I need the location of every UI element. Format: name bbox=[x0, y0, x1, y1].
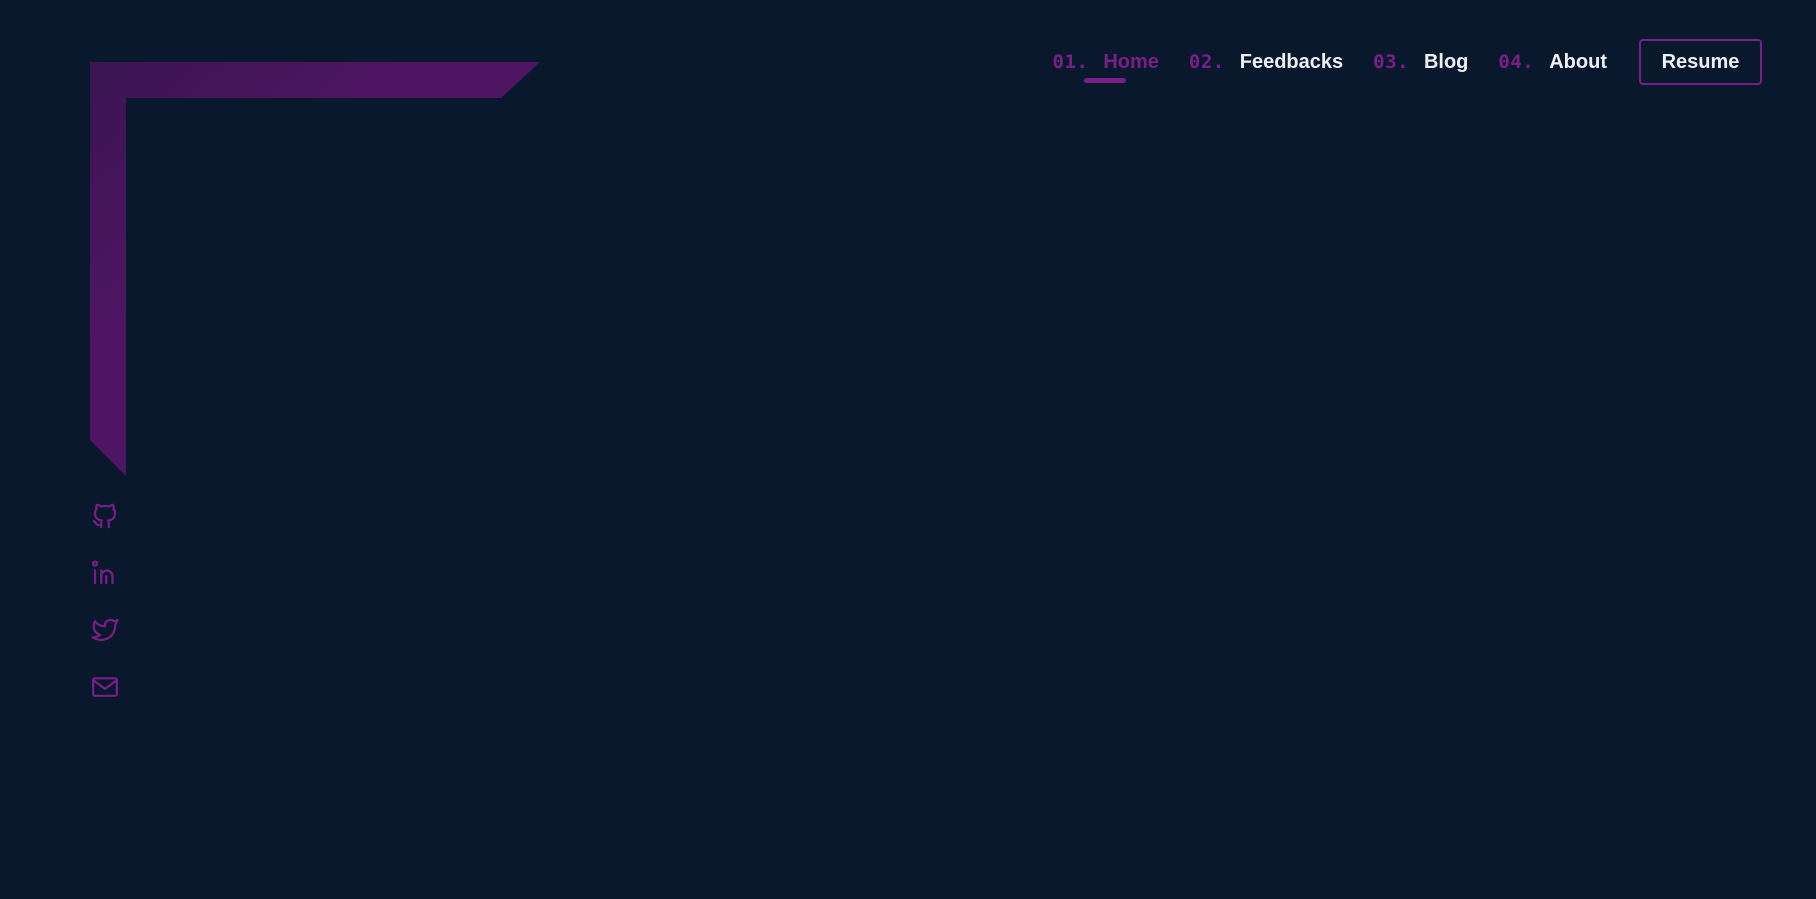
linkedin-link[interactable] bbox=[90, 558, 120, 588]
nav-label: About bbox=[1549, 50, 1607, 73]
main-nav: 01. Home 02. Feedbacks 03. Blog 04. Abou… bbox=[1053, 39, 1762, 85]
twitter-icon bbox=[91, 618, 119, 641]
social-links bbox=[90, 501, 120, 729]
nav-number: 04. bbox=[1498, 51, 1535, 73]
nav-item-home[interactable]: 01. Home bbox=[1053, 39, 1159, 85]
nav-item-feedbacks[interactable]: 02. Feedbacks bbox=[1189, 39, 1343, 85]
active-indicator bbox=[1083, 78, 1126, 83]
nav-label: Home bbox=[1103, 50, 1159, 73]
github-link[interactable] bbox=[90, 501, 120, 531]
nav-number: 01. bbox=[1052, 51, 1089, 73]
page: 01. Home 02. Feedbacks 03. Blog 04. Abou… bbox=[0, 0, 1816, 899]
nav-item-about[interactable]: 04. About bbox=[1498, 39, 1607, 85]
corner-frame-shape bbox=[90, 62, 540, 476]
twitter-link[interactable] bbox=[90, 615, 120, 645]
corner-frame-decoration bbox=[90, 62, 540, 476]
github-icon bbox=[92, 503, 117, 529]
resume-button[interactable]: Resume bbox=[1639, 39, 1762, 85]
nav-label: Blog bbox=[1423, 50, 1469, 73]
mail-link[interactable] bbox=[90, 672, 120, 702]
nav-number: 02. bbox=[1188, 51, 1225, 73]
nav-label: Feedbacks bbox=[1239, 50, 1344, 73]
nav-item-blog[interactable]: 03. Blog bbox=[1373, 39, 1468, 85]
linkedin-icon bbox=[91, 560, 114, 585]
nav-number: 03. bbox=[1373, 51, 1409, 73]
mail-icon bbox=[92, 677, 118, 697]
